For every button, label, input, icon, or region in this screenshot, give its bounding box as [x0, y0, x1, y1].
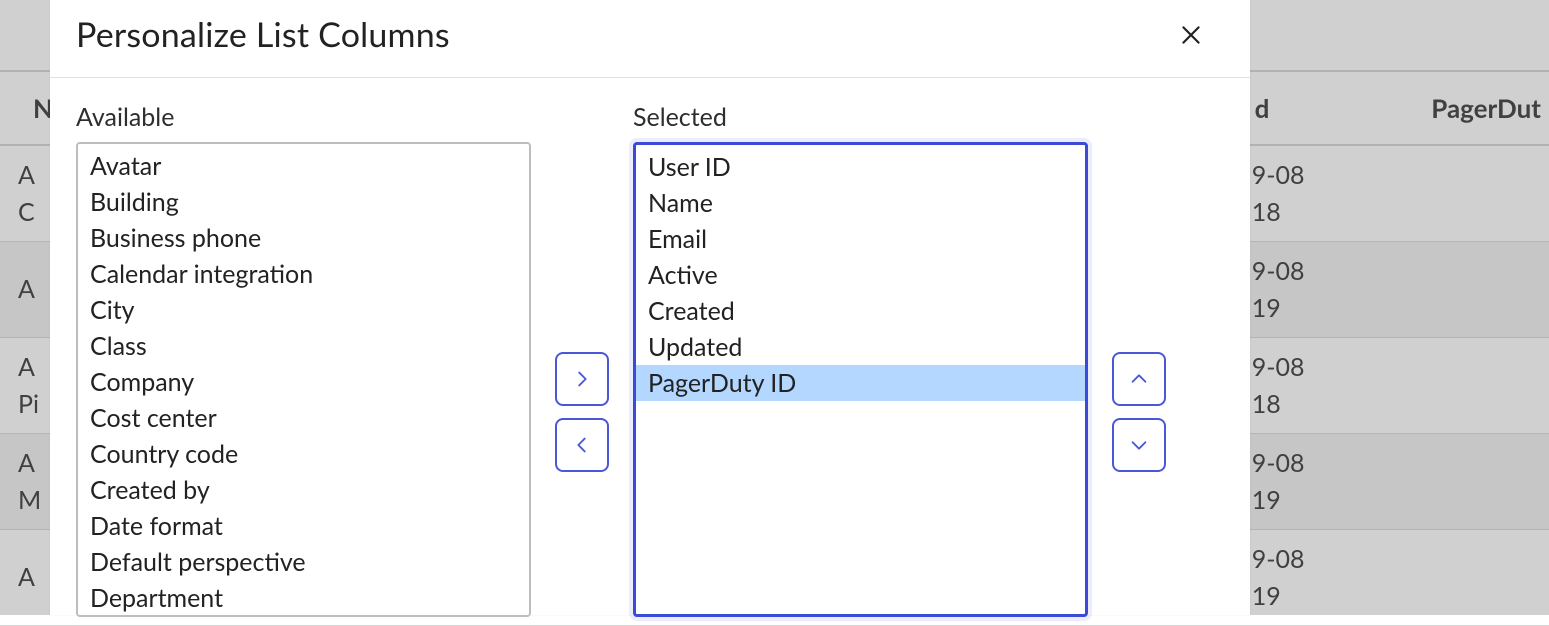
- personalize-columns-modal: Personalize List Columns Available Avata…: [50, 0, 1250, 615]
- move-buttons: [555, 352, 609, 472]
- available-item[interactable]: Avatar: [78, 148, 529, 184]
- available-listbox[interactable]: AvatarBuildingBusiness phoneCalendar int…: [76, 142, 531, 617]
- available-item[interactable]: Building: [78, 184, 529, 220]
- selected-listbox[interactable]: User IDNameEmailActiveCreatedUpdatedPage…: [633, 142, 1088, 617]
- selected-item[interactable]: Name: [636, 185, 1085, 221]
- modal-body: Available AvatarBuildingBusiness phoneCa…: [50, 78, 1250, 617]
- available-item[interactable]: Calendar integration: [78, 256, 529, 292]
- modal-title: Personalize List Columns: [76, 14, 450, 55]
- chevron-left-icon: [571, 434, 593, 456]
- add-button[interactable]: [555, 352, 609, 406]
- available-item[interactable]: Date format: [78, 508, 529, 544]
- available-item[interactable]: Created by: [78, 472, 529, 508]
- available-item[interactable]: Class: [78, 328, 529, 364]
- close-icon: [1178, 22, 1204, 48]
- available-item[interactable]: [78, 616, 529, 617]
- move-up-button[interactable]: [1112, 352, 1166, 406]
- available-item[interactable]: Business phone: [78, 220, 529, 256]
- remove-button[interactable]: [555, 418, 609, 472]
- available-item[interactable]: Department: [78, 580, 529, 616]
- chevron-down-icon: [1128, 434, 1150, 456]
- available-item[interactable]: Company: [78, 364, 529, 400]
- modal-header: Personalize List Columns: [50, 0, 1250, 78]
- move-down-button[interactable]: [1112, 418, 1166, 472]
- reorder-buttons: [1112, 352, 1166, 472]
- selected-item[interactable]: Created: [636, 293, 1085, 329]
- selected-item[interactable]: Active: [636, 257, 1085, 293]
- selected-label: Selected: [633, 102, 1088, 132]
- available-item[interactable]: Default perspective: [78, 544, 529, 580]
- selected-item[interactable]: PagerDuty ID: [636, 365, 1085, 401]
- selected-column: Selected User IDNameEmailActiveCreatedUp…: [633, 102, 1088, 617]
- available-item[interactable]: Cost center: [78, 400, 529, 436]
- close-button[interactable]: [1172, 16, 1210, 54]
- selected-item[interactable]: User ID: [636, 149, 1085, 185]
- available-column: Available AvatarBuildingBusiness phoneCa…: [76, 102, 531, 617]
- available-label: Available: [76, 102, 531, 132]
- selected-item[interactable]: Updated: [636, 329, 1085, 365]
- selected-item[interactable]: Email: [636, 221, 1085, 257]
- available-item[interactable]: Country code: [78, 436, 529, 472]
- available-item[interactable]: City: [78, 292, 529, 328]
- chevron-up-icon: [1128, 368, 1150, 390]
- chevron-right-icon: [571, 368, 593, 390]
